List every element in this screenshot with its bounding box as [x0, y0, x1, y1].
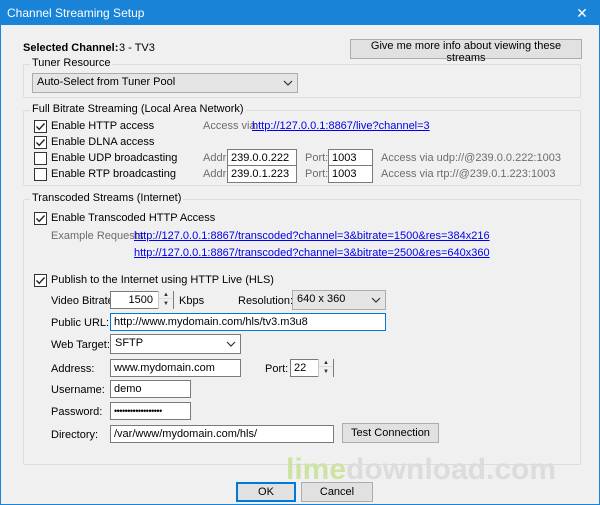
dlna-label: Enable DLNA access: [51, 136, 155, 148]
title-bar: Channel Streaming Setup ✕: [1, 1, 599, 25]
directory-input[interactable]: /var/www/mydomain.com/hls/: [110, 425, 334, 443]
rtp-port-label: Port:: [305, 168, 329, 180]
web-target-label: Web Target:: [51, 339, 110, 351]
resolution-value: 640 x 360: [297, 293, 346, 305]
udp-addr-label: Addr:: [203, 152, 230, 164]
udp-access-text: Access via udp://@239.0.0.222:1003: [381, 152, 561, 164]
close-icon[interactable]: ✕: [565, 1, 599, 25]
address-input[interactable]: www.mydomain.com: [110, 359, 241, 377]
more-info-button[interactable]: Give me more info about viewing these st…: [350, 39, 582, 64]
chevron-down-icon: [283, 80, 293, 86]
public-url-input[interactable]: http://www.mydomain.com/hls/tv3.m3u8: [110, 313, 386, 331]
directory-label: Directory:: [51, 429, 99, 441]
example-requests-label: Example Requests:: [51, 230, 147, 242]
rtp-addr-label: Addr:: [203, 168, 230, 180]
password-label: Password:: [51, 406, 103, 418]
spin-up-icon[interactable]: ▲: [319, 359, 333, 367]
tuner-resource-title: Tuner Resource: [30, 57, 113, 69]
video-bitrate-value: 1500: [128, 294, 153, 306]
video-bitrate-stepper[interactable]: ▲ ▼: [158, 291, 173, 309]
web-target-value: SFTP: [115, 337, 144, 349]
spin-down-icon[interactable]: ▼: [159, 300, 173, 308]
check-icon: [35, 215, 46, 223]
hls-checkbox[interactable]: [34, 274, 47, 287]
dlna-checkbox[interactable]: [34, 136, 47, 149]
udp-checkbox[interactable]: [34, 152, 47, 165]
public-url-label: Public URL:: [51, 317, 110, 329]
full-bitrate-title: Full Bitrate Streaming (Local Area Netwo…: [30, 103, 246, 115]
video-bitrate-label: Video Bitrate:: [51, 295, 117, 307]
udp-label: Enable UDP broadcasting: [51, 152, 178, 164]
rtp-label: Enable RTP broadcasting: [51, 168, 176, 180]
cancel-button[interactable]: Cancel: [301, 482, 373, 502]
http-access-link[interactable]: http://127.0.0.1:8867/live?channel=3: [252, 120, 430, 132]
web-target-select[interactable]: SFTP: [110, 334, 241, 354]
dialog-window: Channel Streaming Setup ✕ Selected Chann…: [0, 0, 600, 505]
transcoded-title: Transcoded Streams (Internet): [30, 192, 184, 204]
tuner-select[interactable]: Auto-Select from Tuner Pool: [32, 73, 298, 93]
selected-channel-label: Selected Channel:: [23, 42, 119, 54]
example-link-1[interactable]: http://127.0.0.1:8867/transcoded?channel…: [134, 230, 490, 242]
window-title: Channel Streaming Setup: [7, 6, 145, 20]
rtp-access-text: Access via rtp://@239.0.1.223:1003: [381, 168, 556, 180]
resolution-select[interactable]: 640 x 360: [292, 290, 386, 310]
check-icon: [35, 139, 46, 147]
port-stepper[interactable]: ▲ ▼: [318, 359, 333, 377]
transcoded-checkbox[interactable]: [34, 212, 47, 225]
rtp-addr-input[interactable]: 239.0.1.223: [227, 165, 297, 183]
watermark-part-2: download.com: [346, 453, 557, 486]
resolution-label: Resolution:: [238, 295, 294, 307]
selected-channel-value: 3 - TV3: [119, 42, 155, 54]
udp-port-label: Port:: [305, 152, 329, 164]
check-icon: [35, 123, 46, 131]
hls-label: Publish to the Internet using HTTP Live …: [51, 274, 274, 286]
example-link-2[interactable]: http://127.0.0.1:8867/transcoded?channel…: [134, 247, 490, 259]
address-label: Address:: [51, 363, 95, 375]
test-connection-button[interactable]: Test Connection: [342, 423, 439, 443]
chevron-down-icon: [226, 341, 236, 347]
port-label: Port:: [265, 363, 289, 375]
rtp-checkbox[interactable]: [34, 168, 47, 181]
http-checkbox[interactable]: [34, 120, 47, 133]
kbps-label: Kbps: [179, 295, 205, 307]
username-label: Username:: [51, 384, 105, 396]
tuner-select-value: Auto-Select from Tuner Pool: [37, 76, 176, 88]
chevron-down-icon: [371, 297, 381, 303]
transcoded-label: Enable Transcoded HTTP Access: [51, 212, 216, 224]
ok-button[interactable]: OK: [236, 482, 296, 502]
password-input[interactable]: ••••••••••••••••••: [110, 402, 191, 420]
http-label: Enable HTTP access: [51, 120, 155, 132]
spin-up-icon[interactable]: ▲: [159, 291, 173, 299]
rtp-port-input[interactable]: 1003: [328, 165, 373, 183]
username-input[interactable]: demo: [110, 380, 191, 398]
check-icon: [35, 277, 46, 285]
http-access-prefix: Access via: [203, 120, 256, 132]
spin-down-icon[interactable]: ▼: [319, 368, 333, 376]
port-value: 22: [294, 362, 307, 374]
